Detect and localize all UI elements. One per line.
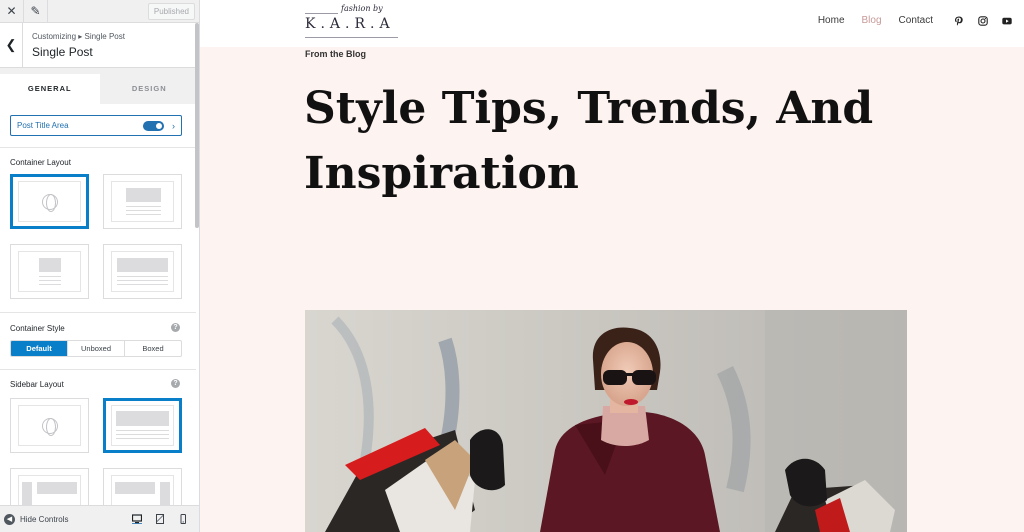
customizer-footer: ◀ Hide Controls [0, 505, 199, 532]
breadcrumb: Customizing ▸ Single Post [32, 31, 125, 41]
container-layout-option-narrow[interactable] [10, 244, 89, 299]
container-style-selector: Default Unboxed Boxed [10, 340, 182, 357]
mobile-preview-icon[interactable] [177, 514, 188, 525]
post-title-area-control[interactable]: Post Title Area › [10, 115, 182, 136]
globe-icon [41, 417, 58, 436]
back-arrow-icon[interactable]: ❮ [0, 22, 23, 68]
container-layout-label: Container Layout [10, 158, 71, 167]
container-style-boxed[interactable]: Boxed [124, 341, 181, 356]
sidebar-layout-option-left-sidebar[interactable] [10, 468, 89, 508]
divider [0, 147, 196, 148]
collapse-arrow-icon[interactable]: ◀ [4, 513, 15, 525]
youtube-icon[interactable] [1002, 16, 1012, 26]
section-title: Single Post [32, 44, 93, 59]
container-layout-option-default[interactable] [10, 174, 89, 229]
close-icon[interactable]: ✕ [0, 0, 24, 23]
help-icon[interactable]: ? [171, 323, 180, 332]
help-icon[interactable]: ? [171, 379, 180, 388]
social-links [954, 16, 1012, 26]
pencil-icon[interactable]: ✎ [24, 0, 48, 23]
tab-general[interactable]: GENERAL [0, 74, 100, 104]
tab-design[interactable]: DESIGN [100, 74, 200, 104]
pinterest-icon[interactable] [954, 16, 964, 26]
chevron-right-icon[interactable]: › [172, 121, 175, 131]
post-title: Style Tips, Trends, And Inspiration [304, 83, 874, 199]
post-title-area-label: Post Title Area [17, 121, 69, 130]
container-style-label: Container Style [10, 324, 65, 333]
container-layout-option-boxed[interactable] [103, 174, 182, 229]
nav-contact[interactable]: Contact [899, 15, 933, 26]
logo-name: K.A.R.A [305, 16, 395, 32]
customizer-sidebar: ✕ ✎ Published ❮ Customizing ▸ Single Pos… [0, 0, 200, 532]
published-button[interactable]: Published [147, 2, 195, 20]
site-logo[interactable]: fashion by K.A.R.A [305, 4, 400, 40]
settings-panel: Post Title Area › Container Layout Conta… [0, 104, 199, 508]
customizer-topbar: ✕ ✎ Published [0, 0, 199, 23]
sidebar-layout-option-no-sidebar[interactable] [103, 398, 182, 453]
post-title-area-toggle[interactable] [143, 120, 164, 131]
hero-image [305, 310, 907, 532]
site-header: fashion by K.A.R.A Home Blog Contact [200, 0, 1024, 47]
hide-controls-button[interactable]: Hide Controls [20, 515, 68, 524]
tablet-preview-icon[interactable] [154, 514, 165, 525]
divider [0, 312, 196, 313]
instagram-icon[interactable] [978, 16, 988, 26]
post-kicker: From the Blog [305, 49, 366, 59]
globe-icon [41, 193, 58, 212]
site-preview: fashion by K.A.R.A Home Blog Contact Fro… [200, 0, 1024, 532]
nav-blog[interactable]: Blog [862, 15, 882, 26]
sidebar-layout-option-default[interactable] [10, 398, 89, 453]
nav-home[interactable]: Home [818, 15, 845, 26]
sidebar-layout-label: Sidebar Layout [10, 380, 64, 389]
container-style-unboxed[interactable]: Unboxed [67, 341, 124, 356]
logo-tagline: fashion by [341, 4, 383, 13]
container-layout-option-full-width[interactable] [103, 244, 182, 299]
panel-scrollbar[interactable] [195, 23, 199, 228]
main-nav: Home Blog Contact [818, 15, 933, 26]
hero-photo [305, 310, 907, 532]
desktop-preview-icon[interactable] [131, 514, 142, 525]
tab-bar: GENERAL DESIGN [0, 74, 199, 104]
section-header: ❮ Customizing ▸ Single Post Single Post [0, 22, 199, 68]
sidebar-layout-option-right-sidebar[interactable] [103, 468, 182, 508]
divider [0, 369, 196, 370]
container-style-default[interactable]: Default [11, 341, 67, 356]
